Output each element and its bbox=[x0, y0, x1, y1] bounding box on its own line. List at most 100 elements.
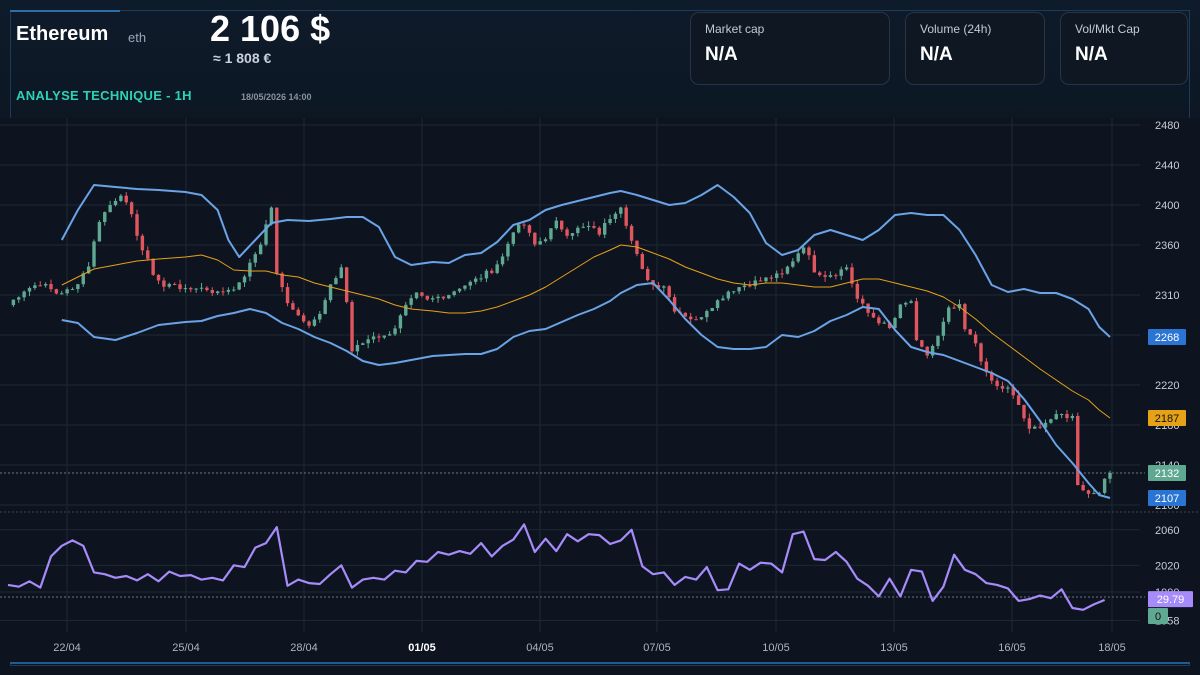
candle-up bbox=[538, 241, 542, 245]
candle-down bbox=[533, 232, 537, 245]
candle-down bbox=[645, 268, 650, 281]
x-tick-label: 25/04 bbox=[172, 642, 200, 654]
candle-up bbox=[103, 212, 107, 223]
candle-up bbox=[785, 266, 790, 274]
candle-up bbox=[796, 253, 800, 262]
candle-up bbox=[312, 319, 317, 326]
candle-up bbox=[398, 315, 403, 329]
candle-up bbox=[404, 304, 408, 316]
plot-background bbox=[0, 118, 1200, 662]
candle-up bbox=[167, 283, 171, 287]
candle-down bbox=[694, 319, 698, 321]
candle-up bbox=[1054, 414, 1058, 420]
candle-up bbox=[97, 222, 102, 242]
candle-up bbox=[742, 285, 747, 288]
candle-up bbox=[710, 307, 714, 312]
candle-up bbox=[484, 270, 489, 279]
x-tick-label: 18/05 bbox=[1098, 642, 1126, 654]
candle-up bbox=[232, 289, 236, 291]
candle-up bbox=[549, 228, 553, 240]
candle-up bbox=[27, 288, 32, 292]
candle-up bbox=[1033, 426, 1037, 429]
candle-down bbox=[780, 273, 784, 275]
candle-up bbox=[473, 278, 478, 282]
candle-up bbox=[371, 336, 376, 340]
candle-down bbox=[834, 275, 838, 277]
candle-down bbox=[683, 312, 688, 317]
candle-down bbox=[344, 267, 349, 303]
candle-down bbox=[210, 290, 214, 294]
candle-down bbox=[769, 277, 774, 279]
x-tick-label: 28/04 bbox=[290, 642, 318, 654]
candle-down bbox=[1027, 418, 1032, 429]
candle-up bbox=[1102, 478, 1107, 493]
value-badge-label: 0 bbox=[1155, 611, 1161, 623]
candle-down bbox=[1016, 395, 1021, 405]
candle-up bbox=[119, 195, 123, 201]
candle-down bbox=[1022, 404, 1026, 419]
candle-down bbox=[140, 235, 145, 251]
candle-down bbox=[441, 296, 446, 299]
x-tick-label: 22/04 bbox=[53, 642, 81, 654]
candle-up bbox=[215, 291, 220, 294]
candle-up bbox=[92, 241, 96, 267]
candle-up bbox=[898, 304, 903, 319]
candle-down bbox=[914, 301, 919, 341]
candle-up bbox=[1049, 419, 1053, 423]
candle-up bbox=[108, 205, 112, 213]
price-chart: 22/04 25/04 28/04 01/05 04/05 07/05 10/05 13/05… bbox=[0, 118, 1200, 662]
candle-down bbox=[221, 291, 225, 293]
candle-down bbox=[205, 287, 209, 291]
candle-up bbox=[882, 322, 886, 324]
y-tick-label: 2220 bbox=[1155, 380, 1179, 392]
candle-up bbox=[791, 261, 795, 267]
candle-down bbox=[162, 280, 166, 287]
candle-up bbox=[242, 276, 247, 283]
candle-up bbox=[1070, 415, 1075, 419]
candle-up bbox=[1108, 472, 1112, 479]
candle-down bbox=[597, 227, 602, 235]
candle-up bbox=[199, 287, 204, 289]
candle-down bbox=[1038, 426, 1042, 428]
candle-down bbox=[307, 321, 311, 326]
candle-up bbox=[382, 335, 386, 338]
candle-down bbox=[624, 207, 628, 226]
x-tick-label: 07/05 bbox=[643, 642, 671, 654]
candle-up bbox=[22, 291, 26, 298]
y-tick-label: 2480 bbox=[1155, 120, 1179, 132]
candle-down bbox=[38, 285, 42, 287]
candle-up bbox=[608, 218, 612, 224]
candle-down bbox=[1081, 484, 1085, 491]
candle-up bbox=[226, 289, 231, 292]
y-tick-label: 2360 bbox=[1155, 240, 1179, 252]
candle-down bbox=[124, 195, 128, 203]
candle-up bbox=[662, 286, 666, 288]
candle-up bbox=[753, 280, 757, 286]
candle-up bbox=[516, 224, 521, 233]
x-tick-label: 01/05 bbox=[408, 642, 436, 654]
candle-down bbox=[629, 225, 634, 241]
candle-up bbox=[463, 285, 467, 289]
candle-down bbox=[689, 316, 693, 320]
candle-up bbox=[11, 299, 16, 306]
x-tick-label: 13/05 bbox=[880, 642, 908, 654]
candle-up bbox=[699, 317, 704, 320]
candle-up bbox=[581, 226, 585, 228]
candle-up bbox=[721, 298, 725, 301]
candle-up bbox=[430, 298, 435, 300]
x-tick-label: 16/05 bbox=[998, 642, 1026, 654]
candle-up bbox=[576, 227, 580, 234]
y-tick-label: 2440 bbox=[1155, 160, 1179, 172]
candle-up bbox=[194, 288, 198, 290]
candle-down bbox=[812, 255, 817, 273]
value-badge-label: 2107 bbox=[1155, 493, 1179, 505]
candle-down bbox=[527, 225, 532, 233]
value-badge-label: 29.79 bbox=[1157, 594, 1185, 606]
candle-down bbox=[640, 254, 645, 269]
candle-up bbox=[409, 298, 413, 305]
candle-down bbox=[592, 226, 596, 228]
candle-down bbox=[1086, 490, 1091, 494]
candle-up bbox=[355, 344, 360, 352]
candle-up bbox=[339, 267, 343, 279]
candle-up bbox=[511, 232, 516, 244]
